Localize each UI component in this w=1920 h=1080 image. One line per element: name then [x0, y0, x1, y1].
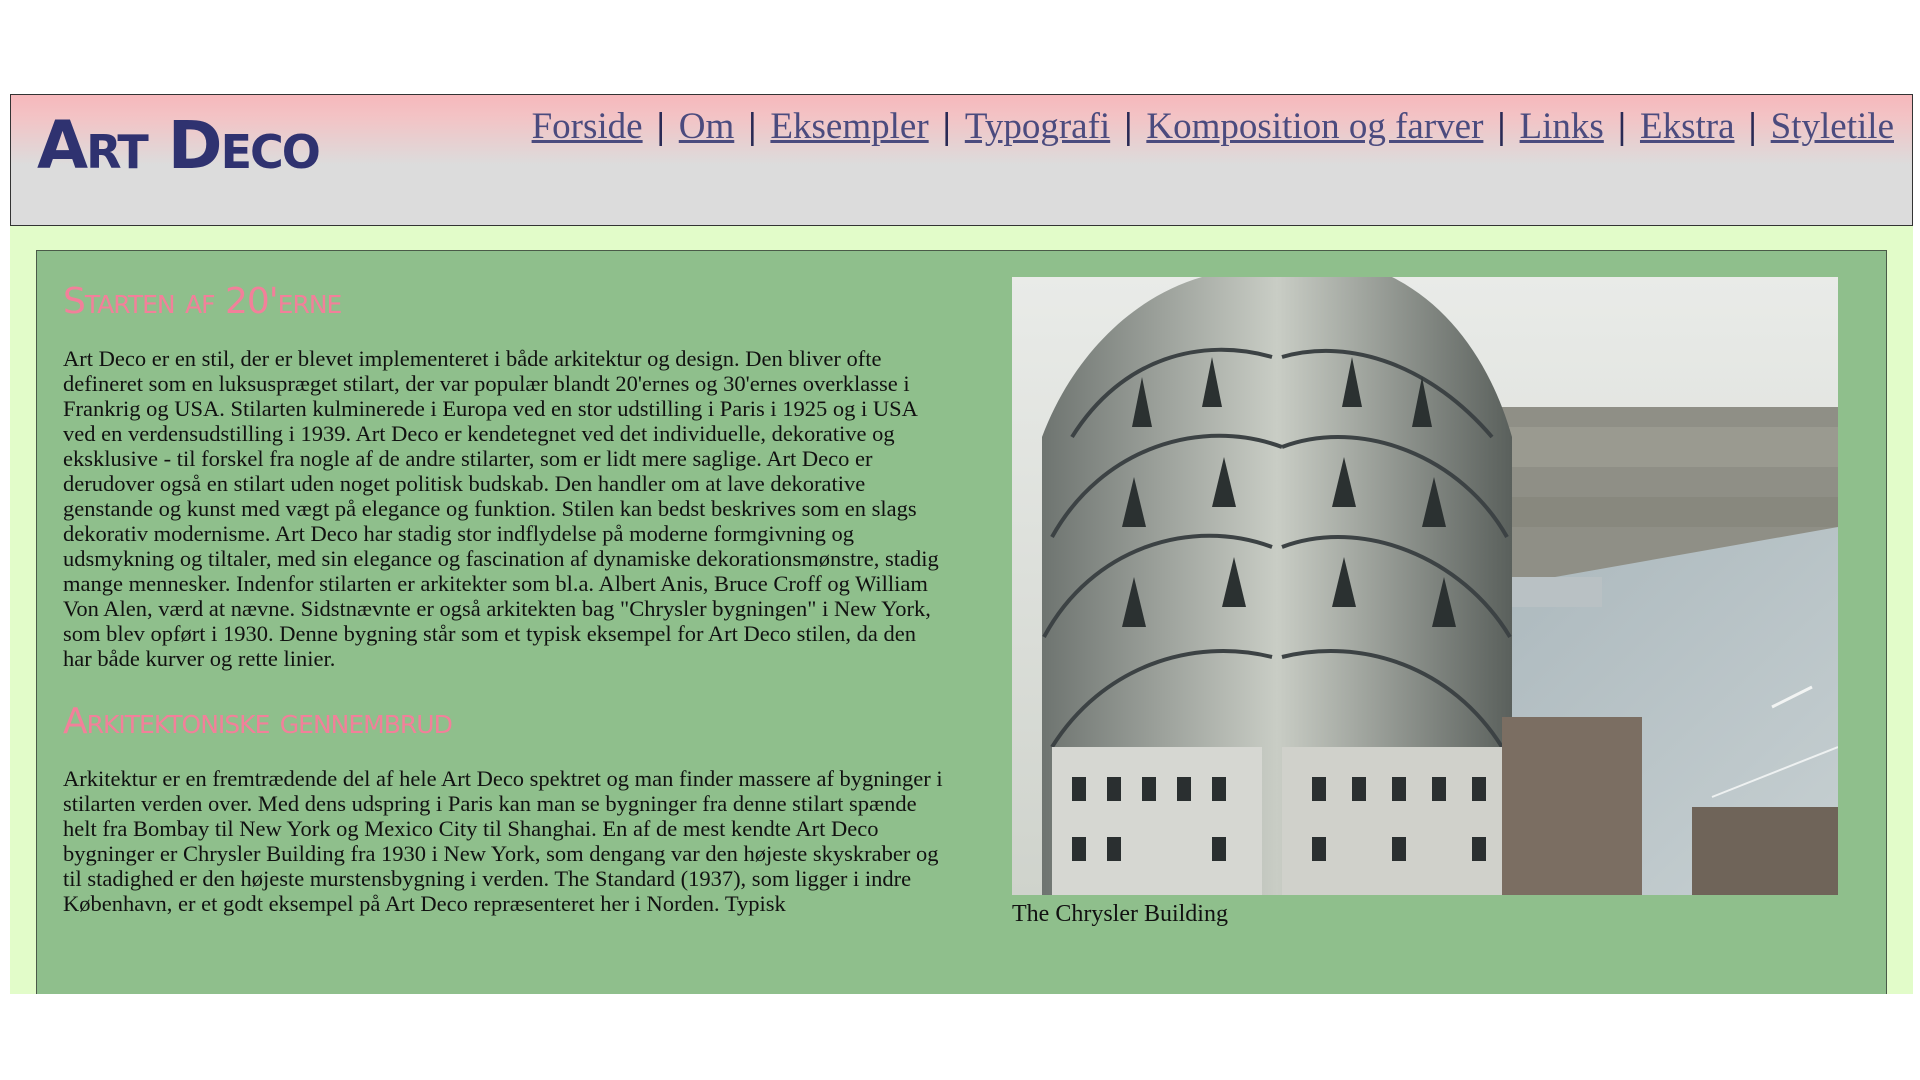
- nav-link-om[interactable]: Om: [679, 105, 735, 148]
- nav-link-ekstra[interactable]: Ekstra: [1640, 105, 1735, 148]
- section-body-starten: Art Deco er en stil, der er blevet imple…: [63, 346, 939, 671]
- site-logo[interactable]: Art Deco: [37, 113, 321, 179]
- nav-separator: |: [748, 106, 757, 147]
- nav-separator: |: [656, 106, 665, 147]
- nav-link-forside[interactable]: Forside: [532, 105, 643, 148]
- nav-link-eksempler[interactable]: Eksempler: [770, 105, 928, 148]
- nav-link-typografi[interactable]: Typografi: [965, 105, 1110, 148]
- chrysler-figure: The Chrysler Building: [1012, 277, 1838, 928]
- article: Starten af 20'erne Art Deco er en stil, …: [63, 281, 943, 946]
- nav-separator: |: [1617, 106, 1626, 147]
- nav-separator: |: [1124, 106, 1133, 147]
- section-body-arkitektoniske: Arkitektur er en fremtrædende del af hel…: [63, 766, 943, 916]
- page: Art Deco Forside | Om | Eksempler | Typo…: [10, 94, 1913, 994]
- nav-separator: |: [1497, 106, 1506, 147]
- nav-separator: |: [1748, 106, 1757, 147]
- chrysler-building-photo: [1012, 277, 1838, 895]
- main-nav: Forside | Om | Eksempler | Typografi | K…: [532, 105, 1894, 148]
- nav-link-links[interactable]: Links: [1520, 105, 1604, 148]
- nav-link-komposition[interactable]: Komposition og farver: [1146, 105, 1483, 148]
- site-header: Art Deco Forside | Om | Eksempler | Typo…: [10, 94, 1913, 226]
- photo-caption: The Chrysler Building: [1012, 901, 1228, 927]
- section-heading-starten: Starten af 20'erne: [63, 281, 342, 322]
- section-heading-arkitektoniske: Arkitektoniske gennembrud: [63, 701, 453, 742]
- nav-link-styletile[interactable]: Styletile: [1771, 105, 1894, 148]
- nav-separator: |: [942, 106, 951, 147]
- main-content: Starten af 20'erne Art Deco er en stil, …: [36, 250, 1887, 994]
